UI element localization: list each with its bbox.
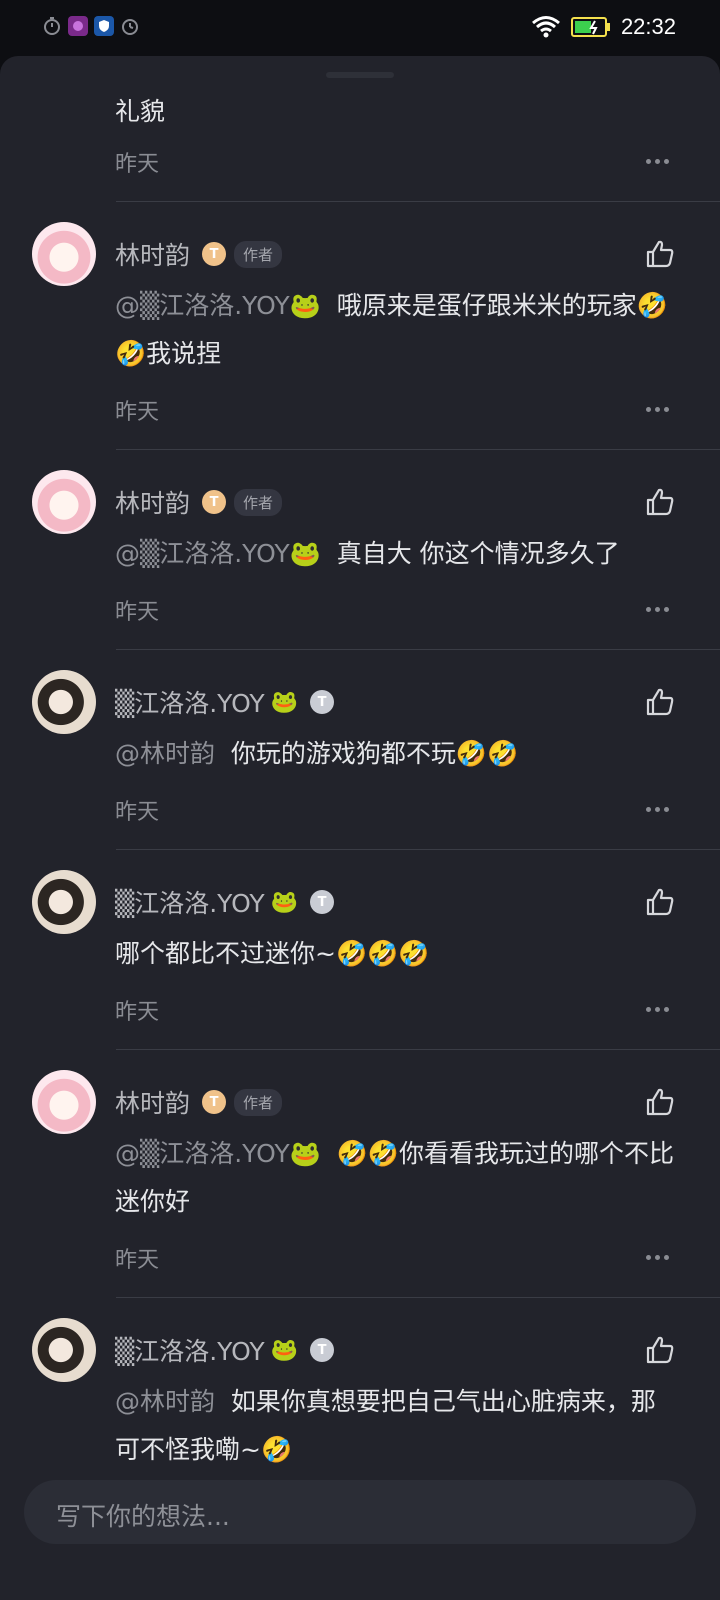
comment-text: @▒江洛洛.YOY🐸 🤣🤣你看看我玩过的哪个不比迷你好: [115, 1130, 675, 1226]
author-tag: 作者: [234, 488, 283, 516]
avatar[interactable]: [32, 670, 96, 734]
author-tag: 作者: [234, 1088, 283, 1116]
shield-app-icon: [94, 16, 114, 36]
comment-header: 林时韵 T 作者: [115, 484, 283, 520]
like-icon[interactable]: [644, 1334, 676, 1366]
comment-time: 昨天: [115, 1248, 160, 1273]
level-badge: T: [202, 490, 227, 514]
comment-time: 昨天: [115, 1000, 160, 1025]
comment-item: 林时韵 T 作者 @▒江洛洛.YOY🐸 🤣🤣你看看我玩过的哪个不比迷你好 昨天: [0, 1050, 720, 1298]
comment-body: 礼貌: [115, 97, 166, 126]
more-options-icon[interactable]: [646, 1004, 676, 1014]
author-emoji: 🐸: [270, 889, 299, 915]
more-options-icon[interactable]: [646, 604, 676, 614]
status-icons-left: [42, 16, 140, 36]
more-options-icon[interactable]: [646, 804, 676, 814]
comment-text: @林时韵 如果你真想要把自己气出心脏病来，那可不怪我嘞~🤣: [115, 1378, 675, 1474]
level-badge: T: [310, 890, 335, 914]
level-badge: T: [310, 1338, 335, 1362]
author-name[interactable]: ▒江洛洛.YOY: [115, 1332, 265, 1368]
avatar[interactable]: [32, 1070, 96, 1134]
mention-link[interactable]: @▒江洛洛.YOY🐸: [115, 291, 321, 320]
more-options-icon[interactable]: [646, 404, 676, 414]
comment-header: 林时韵 T 作者: [115, 236, 283, 272]
mention-link[interactable]: @林时韵: [115, 1387, 215, 1416]
alarm-icon: [120, 16, 140, 36]
mention-link[interactable]: @林时韵: [115, 739, 215, 768]
comment-item: ▒江洛洛.YOY 🐸 T 哪个都比不过迷你~🤣🤣🤣 昨天: [0, 850, 720, 1050]
comment-text: 礼貌: [115, 88, 675, 136]
battery-icon: [570, 17, 610, 37]
like-icon[interactable]: [644, 686, 676, 718]
comment-time: 昨天: [115, 800, 160, 825]
comment-sheet: 礼貌 昨天 林时韵 T 作者 @▒江洛洛.YOY🐸 哦原来是蛋仔跟米米的玩家🤣🤣…: [0, 56, 720, 1600]
author-tag: 作者: [234, 240, 283, 268]
like-icon[interactable]: [644, 238, 676, 270]
author-name[interactable]: ▒江洛洛.YOY: [115, 884, 265, 920]
avatar[interactable]: [32, 222, 96, 286]
comment-body: 真自大 你这个情况多久了: [336, 539, 620, 568]
level-badge: T: [310, 690, 335, 714]
wifi-icon: [531, 16, 560, 38]
comment-text: @▒江洛洛.YOY🐸 真自大 你这个情况多久了: [115, 530, 675, 578]
avatar[interactable]: [32, 870, 96, 934]
author-name[interactable]: 林时韵: [115, 1084, 190, 1120]
comment-item: 林时韵 T 作者 @▒江洛洛.YOY🐸 真自大 你这个情况多久了 昨天: [0, 450, 720, 650]
comment-item: ▒江洛洛.YOY 🐸 T @林时韵 你玩的游戏狗都不玩🤣🤣 昨天: [0, 650, 720, 850]
mention-link[interactable]: @▒江洛洛.YOY🐸: [115, 539, 321, 568]
like-icon[interactable]: [644, 486, 676, 518]
level-badge: T: [202, 242, 227, 266]
status-icons-right: 22:32: [531, 14, 676, 40]
comment-header: ▒江洛洛.YOY 🐸 T: [115, 684, 335, 720]
comment-list[interactable]: 礼貌 昨天 林时韵 T 作者 @▒江洛洛.YOY🐸 哦原来是蛋仔跟米米的玩家🤣🤣…: [0, 56, 720, 1480]
comment-body: 你玩的游戏狗都不玩🤣🤣: [230, 739, 519, 768]
status-bar: 22:32: [0, 0, 720, 56]
comment-item: 礼貌 昨天: [0, 56, 720, 202]
status-time: 22:32: [620, 14, 676, 39]
like-icon[interactable]: [644, 886, 676, 918]
mention-link[interactable]: @▒江洛洛.YOY🐸: [115, 1139, 321, 1168]
author-name[interactable]: 林时韵: [115, 236, 190, 272]
comment-body: 哪个都比不过迷你~🤣🤣🤣: [115, 939, 430, 968]
author-name[interactable]: 林时韵: [115, 484, 190, 520]
comment-header: 林时韵 T 作者: [115, 1084, 283, 1120]
comment-header: ▒江洛洛.YOY 🐸 T: [115, 1332, 335, 1368]
level-badge: T: [202, 1090, 227, 1114]
comment-item: ▒江洛洛.YOY 🐸 T @林时韵 如果你真想要把自己气出心脏病来，那可不怪我嘞…: [0, 1298, 720, 1480]
comment-header: ▒江洛洛.YOY 🐸 T: [115, 884, 335, 920]
more-options-icon[interactable]: [646, 1252, 676, 1262]
avatar[interactable]: [32, 1318, 96, 1382]
avatar[interactable]: [32, 470, 96, 534]
like-icon[interactable]: [644, 1086, 676, 1118]
comment-item: 林时韵 T 作者 @▒江洛洛.YOY🐸 哦原来是蛋仔跟米米的玩家🤣🤣我说捏 昨天: [0, 202, 720, 450]
comment-input[interactable]: 写下你的想法...: [24, 1480, 696, 1544]
comment-text: 哪个都比不过迷你~🤣🤣🤣: [115, 930, 675, 978]
app-purple-icon: [68, 16, 88, 36]
comment-time: 昨天: [115, 400, 160, 425]
comment-time: 昨天: [115, 152, 160, 177]
comment-input-placeholder: 写下你的想法...: [56, 1502, 230, 1531]
timer-icon: [42, 16, 62, 36]
author-emoji: 🐸: [270, 689, 299, 715]
author-name[interactable]: ▒江洛洛.YOY: [115, 684, 265, 720]
more-options-icon[interactable]: [646, 156, 676, 166]
comment-time: 昨天: [115, 600, 160, 625]
author-emoji: 🐸: [270, 1337, 299, 1363]
comment-text: @林时韵 你玩的游戏狗都不玩🤣🤣: [115, 730, 675, 778]
comment-text: @▒江洛洛.YOY🐸 哦原来是蛋仔跟米米的玩家🤣🤣我说捏: [115, 282, 675, 378]
